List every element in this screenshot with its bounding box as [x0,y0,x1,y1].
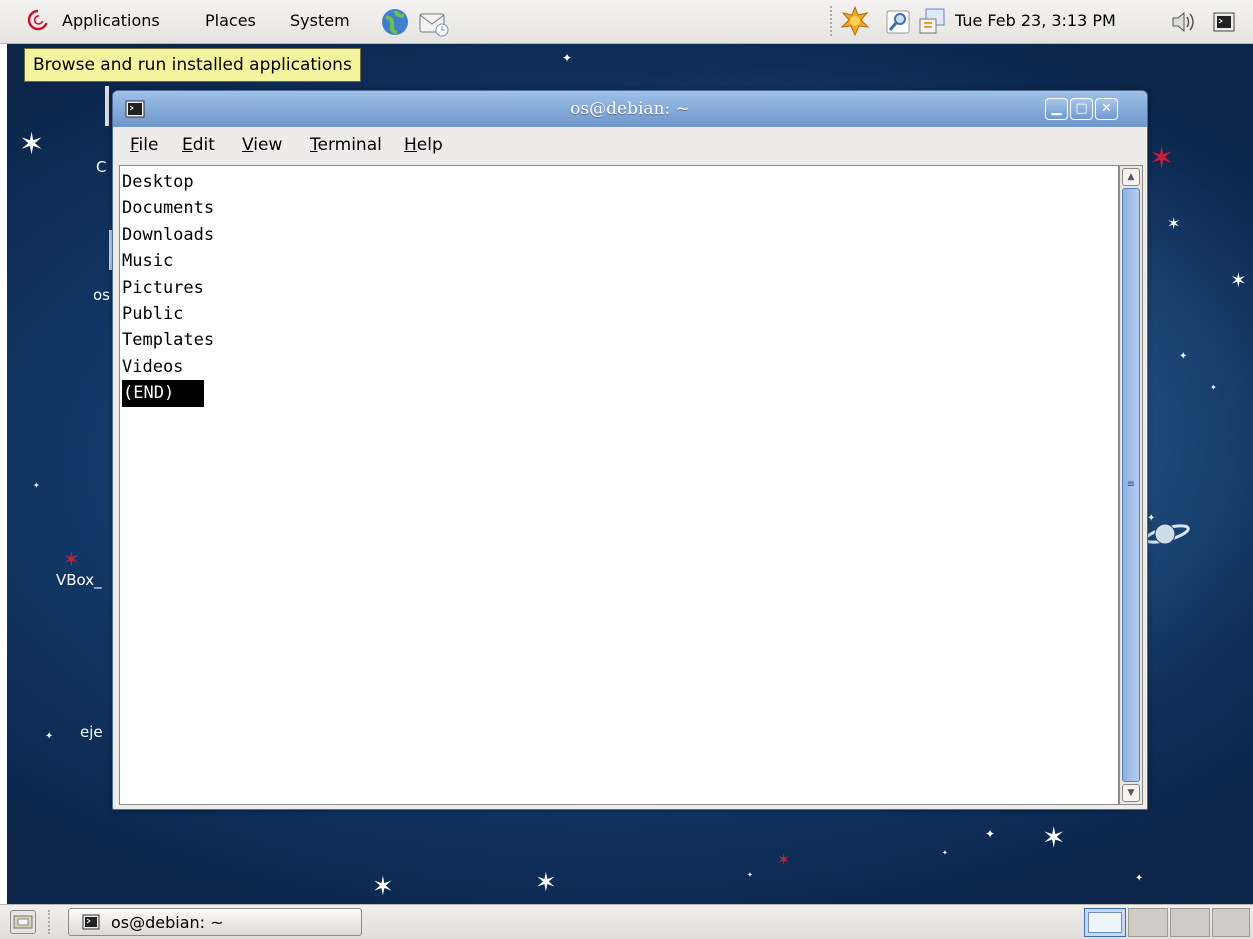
vertical-scrollbar[interactable]: ▲ ≡ ▼ [1119,165,1143,805]
star-icon: ✶ [1167,214,1181,233]
chevron-down-icon: ▼ [1127,788,1135,798]
output-line: Public [122,304,184,325]
bottom-panel: os@debian: ~ [0,904,1253,939]
volume-icon[interactable] [1170,10,1198,34]
desktop-left-edge [0,44,7,904]
star-icon: ✶ [1149,141,1175,176]
web-browser-icon[interactable] [380,7,410,37]
menu-view-label: iew [253,135,283,155]
scroll-up-button[interactable]: ▲ [1122,168,1140,186]
minimize-button[interactable]: ▁ [1045,98,1068,120]
menu-terminal-mnemonic: T [310,135,318,155]
star-icon: ✦ [1179,351,1188,362]
maximize-icon: □ [1075,101,1088,116]
star-icon: ✦ [1210,383,1217,392]
desktop-icon-fragment [105,86,109,126]
output-line: Pictures [122,277,204,298]
output-line: Videos [122,356,184,377]
scroll-down-button[interactable]: ▼ [1122,784,1140,802]
star-icon: ✶ [1042,821,1066,854]
terminal-task-icon [82,914,100,930]
terminal-window[interactable]: os@debian: ~ ▁ □ ✕ File Edit View Termin… [112,90,1148,810]
applications-menu[interactable]: Applications [62,11,160,30]
debian-swirl-icon[interactable] [26,8,50,32]
maximize-button[interactable]: □ [1070,98,1093,120]
star-icon: ✦ [45,731,54,742]
menu-file-mnemonic: F [130,135,139,155]
star-icon: ✦ [562,51,573,65]
eject-desktop-label[interactable]: eje [80,723,103,741]
star-icon: ✦ [33,481,40,490]
home-desktop-label[interactable]: os [93,286,110,304]
applications-tooltip: Browse and run installed applications [24,48,361,82]
taskbar-button-terminal[interactable]: os@debian: ~ [68,908,362,936]
output-line: Desktop [122,172,194,192]
menu-terminal-label: erminal [317,135,382,155]
pager-end-marker: (END) [122,380,205,407]
menu-view-mnemonic: V [242,135,254,155]
panel-separator [830,6,836,36]
taskbar-button-label: os@debian: ~ [111,913,224,932]
star-icon: ✶ [1230,268,1247,292]
output-line: Music [122,251,174,272]
menu-edit-mnemonic: E [182,135,193,155]
workspace-2[interactable] [1128,908,1168,937]
menu-view[interactable]: View [242,135,282,155]
star-icon: ✶ [535,868,557,898]
system-menu[interactable]: System [290,11,350,30]
menu-help-label: elp [416,135,443,155]
vbox-desktop-label[interactable]: VBox_ [56,571,102,589]
close-button[interactable]: ✕ [1095,98,1118,120]
scrollbar-grip-icon: ≡ [1126,479,1136,490]
minimize-icon: ▁ [1051,101,1062,116]
star-icon: ✶ [372,872,394,902]
menu-terminal[interactable]: Terminal [310,135,382,155]
title-bar[interactable]: os@debian: ~ ▁ □ ✕ [113,91,1147,127]
search-icon[interactable] [885,9,911,35]
workspace-3[interactable] [1170,908,1210,937]
window-title: os@debian: ~ [570,99,690,119]
network-icon[interactable] [918,7,948,37]
menu-edit-label: dit [192,135,215,155]
output-line: Templates [122,330,215,351]
star-icon: ✶ [777,850,791,869]
menu-file-label: ile [138,135,159,155]
show-desktop-button[interactable] [10,910,36,934]
places-menu[interactable]: Places [205,11,256,30]
top-panel: Applications Places System Tue Feb 23, 3… [0,0,1253,44]
star-icon: ✦ [747,871,753,879]
show-desktop-icon [13,915,33,929]
menu-file[interactable]: File [130,135,158,155]
chevron-up-icon: ▲ [1127,172,1135,182]
menu-help[interactable]: Help [404,135,443,155]
close-icon: ✕ [1101,101,1112,116]
planet-icon [1144,514,1193,552]
star-icon: ✦ [1135,873,1144,884]
star-icon: ✦ [985,827,996,841]
workspace-4[interactable] [1212,908,1250,937]
star-icon: ✦ [942,849,948,857]
menu-bar: File Edit View Terminal Help [113,127,1147,165]
star-icon: ✶ [63,547,80,571]
workspace-1[interactable] [1084,908,1126,937]
terminal-output[interactable]: Desktop Documents Downloads Music Pictur… [119,165,1119,805]
output-line: Documents [122,198,215,219]
clock[interactable]: Tue Feb 23, 3:13 PM [955,11,1116,30]
scrollbar-thumb[interactable]: ≡ [1122,188,1140,782]
mail-icon[interactable] [418,8,450,38]
terminal-applet-icon[interactable] [1213,12,1235,32]
panel-separator [48,910,54,934]
computer-desktop-label[interactable]: C [96,158,106,176]
star-icon: ✶ [19,127,45,162]
output-line: Downloads [122,224,215,245]
menu-help-mnemonic: H [404,135,417,155]
workspace-window-thumbnail [1088,912,1122,933]
update-notifier-icon[interactable] [840,5,870,37]
menu-edit[interactable]: Edit [182,135,215,155]
